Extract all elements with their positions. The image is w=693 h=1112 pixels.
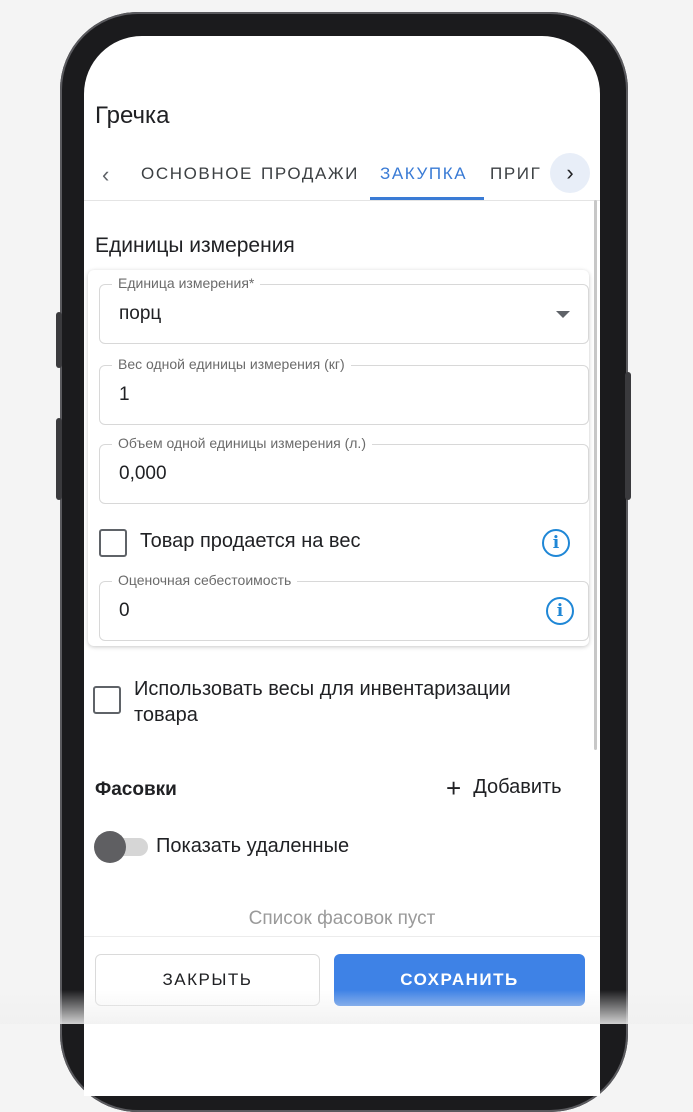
- inventory-scales-label-line1: Использовать весы для инвентаризации: [134, 678, 511, 700]
- chevron-right-icon[interactable]: ›: [550, 153, 590, 193]
- bottom-fade: [0, 990, 693, 1024]
- cost-field[interactable]: Оценочная себестоимость 0 i: [99, 572, 589, 641]
- info-icon[interactable]: i: [542, 529, 570, 557]
- units-card: Единица измерения* порц Вес одной единиц…: [88, 270, 589, 646]
- chevron-left-icon[interactable]: ‹: [102, 162, 109, 188]
- weight-field[interactable]: Вес одной единицы измерения (кг) 1: [99, 356, 589, 425]
- weight-field-label: Вес одной единицы измерения (кг): [112, 356, 351, 372]
- volume-field[interactable]: Объем одной единицы измерения (л.) 0,000: [99, 435, 589, 504]
- cost-field-value: 0: [119, 600, 130, 621]
- phone-power-button: [625, 372, 631, 500]
- phone-side-button: [56, 418, 62, 500]
- units-section-title: Единицы измерения: [95, 234, 295, 257]
- volume-field-label: Объем одной единицы измерения (л.): [112, 435, 372, 451]
- scrollbar[interactable]: [594, 200, 597, 750]
- show-deleted-label: Показать удаленные: [156, 835, 350, 857]
- unit-select-label: Единица измерения*: [112, 275, 261, 291]
- packages-empty-text: Список фасовок пуст: [248, 908, 436, 929]
- weight-field-value: 1: [119, 384, 130, 405]
- volume-field-value: 0,000: [119, 463, 167, 484]
- unit-select-value: порц: [119, 303, 162, 324]
- packages-title: Фасовки: [95, 779, 177, 800]
- phone-volume-button: [56, 312, 62, 368]
- toggle-thumb[interactable]: [94, 831, 126, 863]
- inventory-scales-label-line2: товара: [134, 704, 198, 726]
- unit-select[interactable]: Единица измерения* порц: [99, 275, 589, 344]
- plus-icon: +: [446, 772, 462, 803]
- add-package-label: Добавить: [473, 776, 562, 798]
- tab-sales[interactable]: ПРОДАЖИ: [261, 164, 359, 184]
- app-screen: Гречка ‹ ОСНОВНОЕ ПРОДАЖИ ЗАКУПКА ПРИГ ›…: [84, 36, 600, 1096]
- add-package-button[interactable]: + Добавить: [446, 772, 562, 803]
- page-title: Гречка: [95, 102, 170, 129]
- dropdown-arrow-icon: [556, 311, 570, 318]
- tab-purchase[interactable]: ЗАКУПКА: [380, 164, 467, 184]
- cost-info-icon[interactable]: i: [546, 597, 574, 625]
- tabs-divider: [84, 200, 600, 201]
- tab-prep[interactable]: ПРИГ: [490, 164, 548, 184]
- tab-main[interactable]: ОСНОВНОЕ: [141, 164, 253, 184]
- sold-by-weight-checkbox[interactable]: [99, 529, 127, 557]
- inventory-scales-checkbox[interactable]: [93, 686, 121, 714]
- sold-by-weight-label: Товар продается на вес: [140, 530, 361, 552]
- cost-field-label: Оценочная себестоимость: [112, 572, 298, 588]
- inventory-scales-label: Использовать весы для инвентаризации тов…: [134, 676, 511, 728]
